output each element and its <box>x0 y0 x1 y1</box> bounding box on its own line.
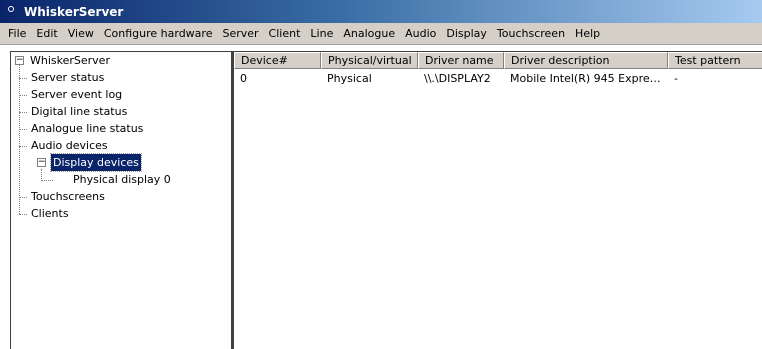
cell-driver-description: Mobile Intel(R) 945 Expre… <box>510 72 661 85</box>
tree-item-analogue-line-status[interactable]: Analogue line status <box>31 120 143 137</box>
menu-bar: File Edit View Configure hardware Server… <box>0 23 762 45</box>
menu-audio[interactable]: Audio <box>400 27 441 40</box>
collapse-icon[interactable]: − <box>15 56 24 65</box>
tree-item-clients[interactable]: Clients <box>31 205 69 222</box>
tree-item-touchscreens[interactable]: Touchscreens <box>31 188 105 205</box>
column-header-row: Device# Physical/virtual Driver name Dri… <box>234 52 762 69</box>
menu-touchscreen[interactable]: Touchscreen <box>492 27 570 40</box>
tree-connector <box>19 129 27 130</box>
menu-configure-hardware[interactable]: Configure hardware <box>99 27 218 40</box>
navigation-tree[interactable]: − WhiskerServer Server status Server eve… <box>10 51 232 349</box>
tree-item-audio-devices[interactable]: Audio devices <box>31 137 108 154</box>
tree-connector <box>19 214 27 215</box>
tree-item-physical-display-0[interactable]: Physical display 0 <box>73 171 171 188</box>
column-header-driver-name[interactable]: Driver name <box>418 52 504 69</box>
cell-device: 0 <box>240 72 247 85</box>
menu-file[interactable]: File <box>3 27 31 40</box>
app-icon <box>4 5 18 19</box>
menu-server[interactable]: Server <box>217 27 263 40</box>
tree-item-digital-line-status[interactable]: Digital line status <box>31 103 127 120</box>
tree-connector-root <box>19 64 20 214</box>
menu-edit[interactable]: Edit <box>31 27 62 40</box>
tree-connector <box>19 112 27 113</box>
column-header-device[interactable]: Device# <box>234 52 321 69</box>
display-devices-list[interactable]: Device# Physical/virtual Driver name Dri… <box>232 51 762 349</box>
menu-line[interactable]: Line <box>305 27 338 40</box>
cell-test-pattern: - <box>674 72 678 85</box>
menu-client[interactable]: Client <box>264 27 306 40</box>
table-row[interactable]: 0 Physical \\.\DISPLAY2 Mobile Intel(R) … <box>234 71 762 88</box>
tree-item-server-event-log[interactable]: Server event log <box>31 86 122 103</box>
menu-display[interactable]: Display <box>441 27 492 40</box>
tree-connector <box>19 78 27 79</box>
tree-connector <box>19 95 27 96</box>
cell-driver-name: \\.\DISPLAY2 <box>424 72 491 85</box>
title-bar[interactable]: WhiskerServer <box>0 0 762 23</box>
menu-view[interactable]: View <box>63 27 99 40</box>
column-header-physical-virtual[interactable]: Physical/virtual <box>321 52 418 69</box>
tree-connector <box>19 146 27 147</box>
tree-connector <box>41 180 53 181</box>
tree-root-whiskerserver[interactable]: WhiskerServer <box>30 52 110 69</box>
window-title: WhiskerServer <box>24 4 124 19</box>
menu-help[interactable]: Help <box>570 27 605 40</box>
tree-item-server-status[interactable]: Server status <box>31 69 104 86</box>
collapse-icon[interactable]: − <box>37 158 46 167</box>
tree-item-display-devices[interactable]: Display devices <box>50 153 142 172</box>
menu-analogue[interactable]: Analogue <box>338 27 400 40</box>
column-header-test-pattern[interactable]: Test pattern <box>668 52 762 69</box>
tree-connector <box>19 197 27 198</box>
column-header-driver-description[interactable]: Driver description <box>504 52 668 69</box>
cell-physical-virtual: Physical <box>327 72 372 85</box>
